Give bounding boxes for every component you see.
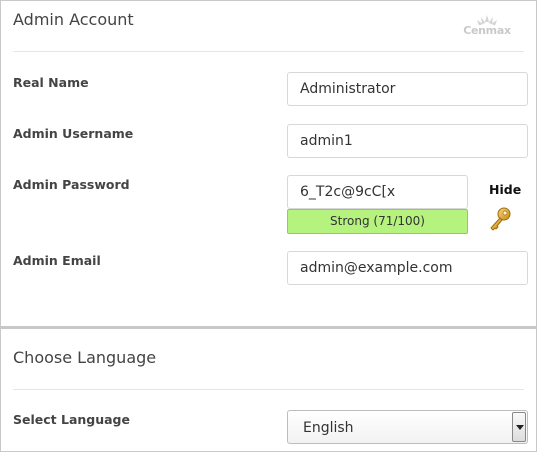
real-name-input[interactable] bbox=[287, 72, 528, 106]
select-language-label: Select Language bbox=[13, 412, 130, 427]
language-select-value: English bbox=[303, 420, 354, 436]
admin-username-input[interactable] bbox=[287, 124, 528, 158]
admin-setup-panel: Admin Account Cenmax Real Name Admin Use… bbox=[0, 0, 537, 452]
admin-email-input[interactable] bbox=[287, 251, 528, 285]
cenmax-logo: Cenmax bbox=[461, 15, 513, 39]
hide-password-link[interactable]: Hide bbox=[489, 182, 521, 197]
section-separator bbox=[1, 326, 536, 329]
choose-language-title: Choose Language bbox=[13, 348, 157, 367]
admin-password-input[interactable] bbox=[287, 175, 468, 209]
language-select[interactable]: English bbox=[287, 410, 528, 444]
password-strength-meter: Strong (71/100) bbox=[287, 209, 468, 234]
language-divider bbox=[13, 389, 524, 390]
logo-text: Cenmax bbox=[463, 24, 511, 37]
chevron-down-icon[interactable] bbox=[512, 412, 526, 442]
real-name-label: Real Name bbox=[13, 75, 89, 90]
admin-account-title: Admin Account bbox=[13, 10, 134, 29]
admin-username-label: Admin Username bbox=[13, 126, 134, 141]
admin-email-label: Admin Email bbox=[13, 253, 101, 268]
key-icon[interactable] bbox=[488, 207, 512, 233]
admin-password-label: Admin Password bbox=[13, 177, 130, 192]
generate-password-key-icon bbox=[490, 207, 511, 231]
section-divider bbox=[13, 51, 524, 52]
